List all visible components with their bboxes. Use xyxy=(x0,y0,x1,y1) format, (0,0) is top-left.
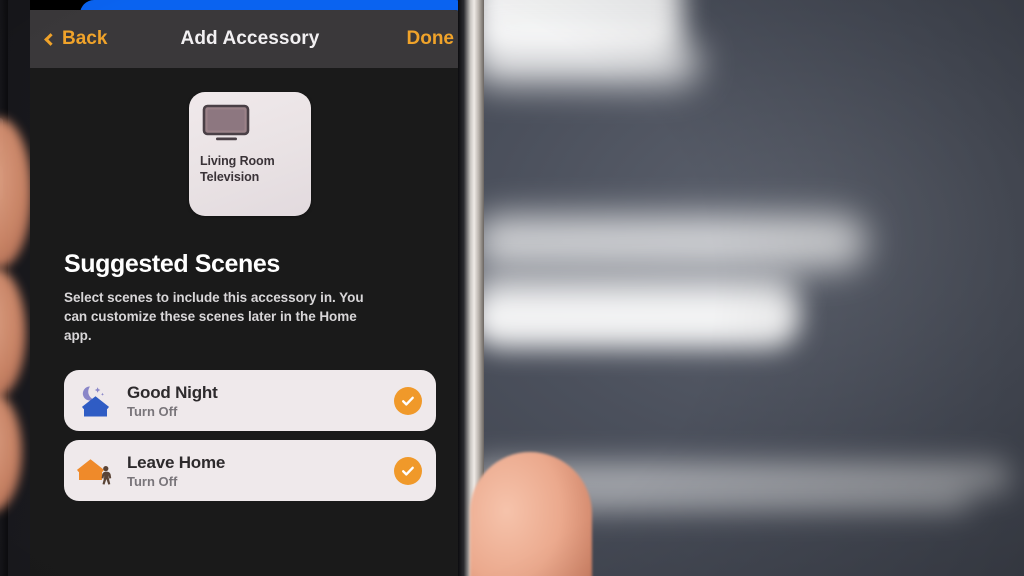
back-button-label: Back xyxy=(62,28,108,49)
scene-subtitle: Turn Off xyxy=(127,403,178,419)
scene-row-good-night[interactable]: Good Night Turn Off xyxy=(64,370,436,432)
scene-subtitle: Turn Off xyxy=(127,473,178,489)
screenshot-root: Back Add Accessory Done Living Room Tele… xyxy=(0,0,1024,576)
house-walking-person-icon xyxy=(77,459,112,485)
background-blur-blob xyxy=(472,215,867,269)
accessory-tile-area: Living Room Television xyxy=(64,68,436,216)
television-icon xyxy=(202,104,250,141)
check-icon xyxy=(402,466,414,476)
suggested-scenes-list: Good Night Turn Off Leave Home Turn Off xyxy=(64,370,436,502)
section-heading: Suggested Scenes xyxy=(64,250,280,278)
scene-text: Leave Home Turn Off xyxy=(127,453,394,489)
accessory-tile-living-room-television[interactable]: Living Room Television xyxy=(189,92,311,216)
navigation-bar: Back Add Accessory Done xyxy=(30,10,470,68)
section-description: Select scenes to include this accessory … xyxy=(64,290,364,344)
thumb-on-phone-edge xyxy=(470,452,592,576)
accessory-name-line2: Television xyxy=(200,169,260,184)
add-accessory-sheet: Back Add Accessory Done Living Room Tele… xyxy=(30,10,470,576)
scene-selected-checkmark[interactable] xyxy=(394,386,422,415)
scene-title: Leave Home xyxy=(127,452,226,472)
background-blur-blob xyxy=(470,38,700,86)
chevron-left-icon xyxy=(44,33,57,46)
scene-text: Good Night Turn Off xyxy=(127,383,394,419)
done-button[interactable]: Done xyxy=(407,28,455,50)
check-icon xyxy=(402,396,414,406)
scene-selected-checkmark[interactable] xyxy=(394,456,422,485)
sheet-content: Living Room Television Suggested Scenes … xyxy=(30,68,470,576)
phone-screen: Back Add Accessory Done Living Room Tele… xyxy=(30,0,470,576)
accessory-tile-label: Living Room Television xyxy=(200,154,300,185)
scene-title: Good Night xyxy=(127,382,218,402)
moon-house-icon xyxy=(82,386,109,417)
background-blur-blob xyxy=(470,288,800,348)
scene-row-leave-home[interactable]: Leave Home Turn Off xyxy=(64,440,436,502)
accessory-name-line1: Living Room xyxy=(200,154,275,168)
back-button[interactable]: Back xyxy=(44,28,108,50)
